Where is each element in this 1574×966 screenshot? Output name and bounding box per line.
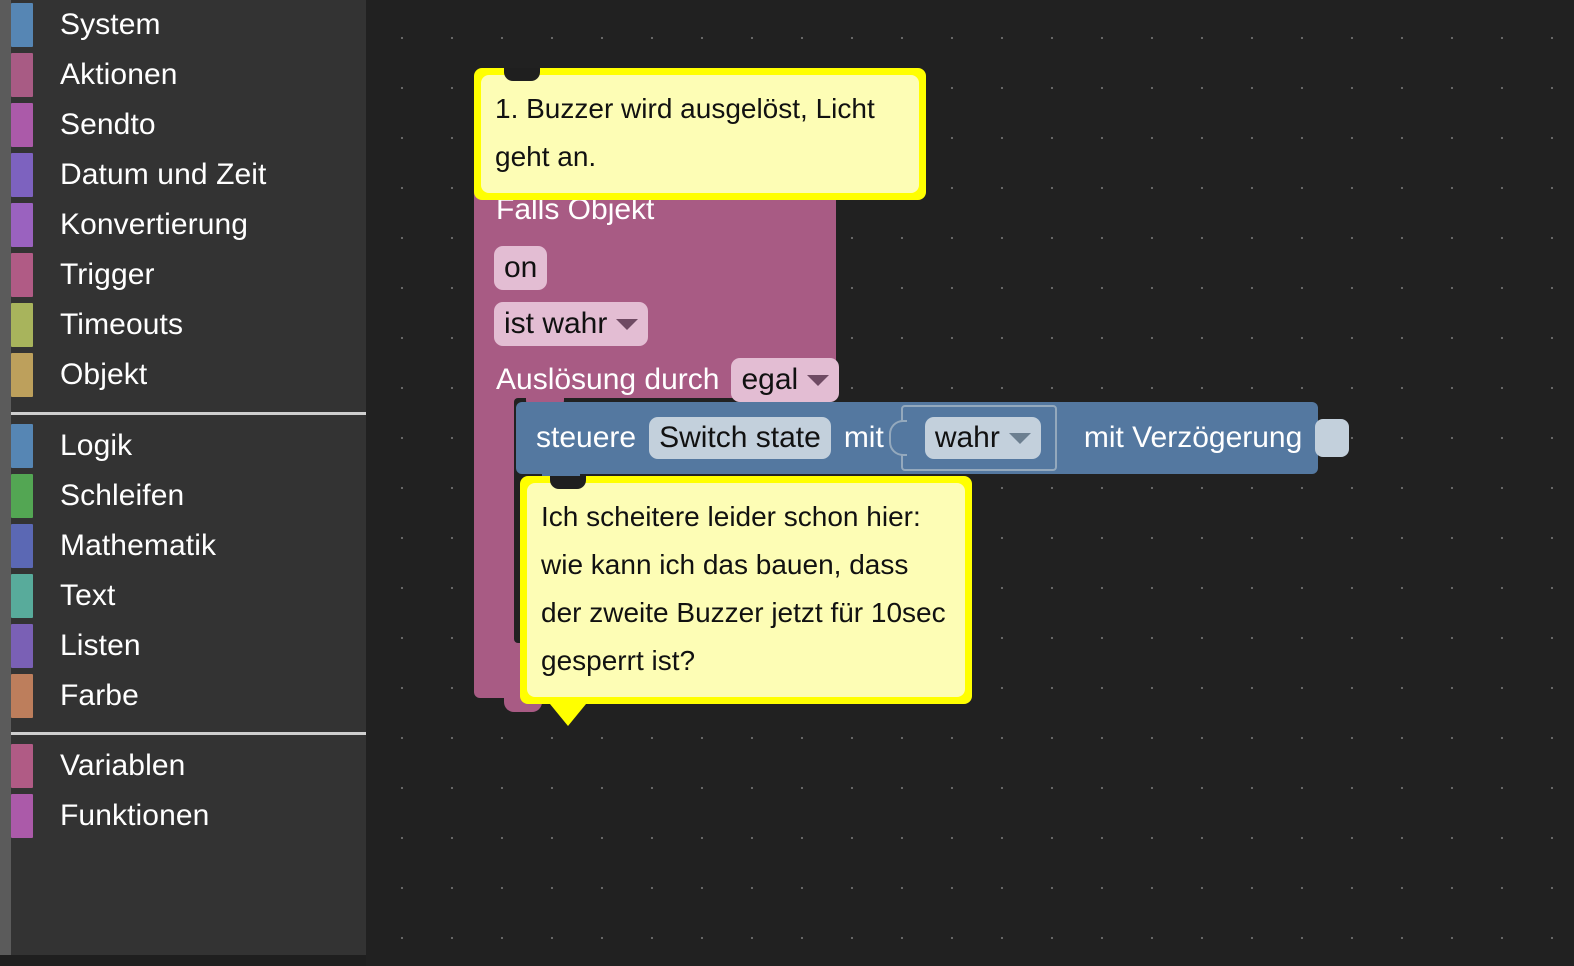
sidebar-item-label: Sendto — [60, 108, 156, 141]
steuere-row: steuere Switch state mit wahr mit Verzög… — [536, 402, 1350, 474]
chevron-down-icon — [616, 318, 639, 330]
sidebar-item-farbe[interactable]: Farbe — [0, 671, 366, 721]
sidebar-item-label: Datum und Zeit — [60, 158, 267, 191]
mit-label: mit — [843, 421, 884, 454]
category-color-swatch — [11, 353, 33, 397]
trigger-row: Auslösung durch egal — [496, 358, 840, 402]
category-color-swatch — [11, 474, 33, 518]
delay-label: mit Verzögerung — [1083, 421, 1303, 454]
comment-tail — [550, 704, 586, 726]
comment-text[interactable]: Ich scheitere leider schon hier: wie kan… — [527, 483, 965, 697]
toolbox-sidebar: System Aktionen Sendto Datum und Zeit Ko… — [0, 0, 366, 955]
toolbox-group-core: System Aktionen Sendto Datum und Zeit Ko… — [0, 0, 366, 400]
sidebar-item-label: Listen — [60, 629, 141, 662]
value-input-connector-icon — [888, 420, 907, 456]
toolbox-divider — [11, 732, 366, 735]
sidebar-item-konvertierung[interactable]: Konvertierung — [0, 200, 366, 250]
object-id-field-wrap[interactable]: on — [494, 246, 548, 290]
condition-dropdown-label: ist wahr — [504, 307, 608, 340]
category-color-swatch — [11, 744, 33, 788]
sidebar-item-logik[interactable]: Logik — [0, 421, 366, 471]
category-color-swatch — [11, 424, 33, 468]
sidebar-item-label: Logik — [60, 429, 133, 462]
sidebar-item-aktionen[interactable]: Aktionen — [0, 50, 366, 100]
sidebar-item-label: Timeouts — [60, 308, 184, 341]
steuere-verb-label: steuere — [536, 421, 637, 454]
blockly-editor: System Aktionen Sendto Datum und Zeit Ko… — [0, 0, 1574, 966]
condition-dropdown[interactable]: ist wahr — [494, 302, 649, 346]
boolean-dropdown-label: wahr — [934, 421, 1000, 454]
sidebar-item-label: Funktionen — [60, 799, 210, 832]
comment-top-notch — [550, 476, 586, 489]
object-id-field[interactable]: on — [494, 246, 548, 290]
category-color-swatch — [11, 153, 33, 197]
sidebar-item-label: System — [60, 8, 161, 41]
category-color-swatch — [11, 624, 33, 668]
sidebar-item-system[interactable]: System — [0, 0, 366, 50]
sidebar-item-schleifen[interactable]: Schleifen — [0, 471, 366, 521]
trigger-dropdown[interactable]: egal — [731, 358, 840, 402]
target-object-field[interactable]: Switch state — [649, 417, 831, 459]
block-steuere[interactable]: steuere Switch state mit wahr mit Verzög… — [516, 402, 1350, 486]
toolbox-group-language: Logik Schleifen Mathematik Text Listen F… — [0, 421, 366, 721]
sidebar-item-sendto[interactable]: Sendto — [0, 100, 366, 150]
condition-dropdown-wrap[interactable]: ist wahr — [494, 302, 649, 346]
sidebar-item-label: Farbe — [60, 679, 139, 712]
category-color-swatch — [11, 253, 33, 297]
sidebar-item-label: Variablen — [60, 749, 186, 782]
category-color-swatch — [11, 674, 33, 718]
block-logic-boolean[interactable]: wahr — [888, 405, 1057, 471]
category-color-swatch — [11, 524, 33, 568]
target-object-label: Switch state — [659, 421, 821, 454]
sidebar-item-label: Mathematik — [60, 529, 217, 562]
comment-bubble-top[interactable]: 1. Buzzer wird ausgelöst, Licht geht an. — [474, 68, 926, 200]
toolbox-divider — [11, 412, 366, 415]
trigger-label: Auslösung durch — [496, 363, 720, 396]
comment-top-notch — [504, 68, 540, 81]
toolbox-group-user: Variablen Funktionen — [0, 741, 366, 841]
sidebar-item-mathematik[interactable]: Mathematik — [0, 521, 366, 571]
comment-text[interactable]: 1. Buzzer wird ausgelöst, Licht geht an. — [481, 75, 919, 193]
category-color-swatch — [11, 103, 33, 147]
sidebar-item-funktionen[interactable]: Funktionen — [0, 791, 366, 841]
category-color-swatch — [11, 303, 33, 347]
sidebar-item-objekt[interactable]: Objekt — [0, 350, 366, 400]
sidebar-item-listen[interactable]: Listen — [0, 621, 366, 671]
sidebar-item-label: Aktionen — [60, 58, 178, 91]
sidebar-item-label: Konvertierung — [60, 208, 249, 241]
chevron-down-icon — [1008, 432, 1031, 444]
sidebar-item-datum-und-zeit[interactable]: Datum und Zeit — [0, 150, 366, 200]
category-color-swatch — [11, 203, 33, 247]
chevron-down-icon — [807, 374, 830, 386]
sidebar-item-variablen[interactable]: Variablen — [0, 741, 366, 791]
category-color-swatch — [11, 53, 33, 97]
sidebar-item-timeouts[interactable]: Timeouts — [0, 300, 366, 350]
category-color-swatch — [11, 3, 33, 47]
sidebar-item-text[interactable]: Text — [0, 571, 366, 621]
sidebar-item-trigger[interactable]: Trigger — [0, 250, 366, 300]
delay-checkbox[interactable] — [1315, 419, 1350, 457]
sidebar-item-label: Text — [60, 579, 116, 612]
boolean-dropdown[interactable]: wahr — [924, 417, 1041, 459]
category-color-swatch — [11, 794, 33, 838]
sidebar-item-label: Trigger — [60, 258, 155, 291]
sidebar-item-label: Schleifen — [60, 479, 185, 512]
trigger-dropdown-label: egal — [741, 363, 799, 396]
category-color-swatch — [11, 574, 33, 618]
comment-bubble-inline[interactable]: Ich scheitere leider schon hier: wie kan… — [520, 476, 972, 726]
sidebar-item-label: Objekt — [60, 358, 148, 391]
